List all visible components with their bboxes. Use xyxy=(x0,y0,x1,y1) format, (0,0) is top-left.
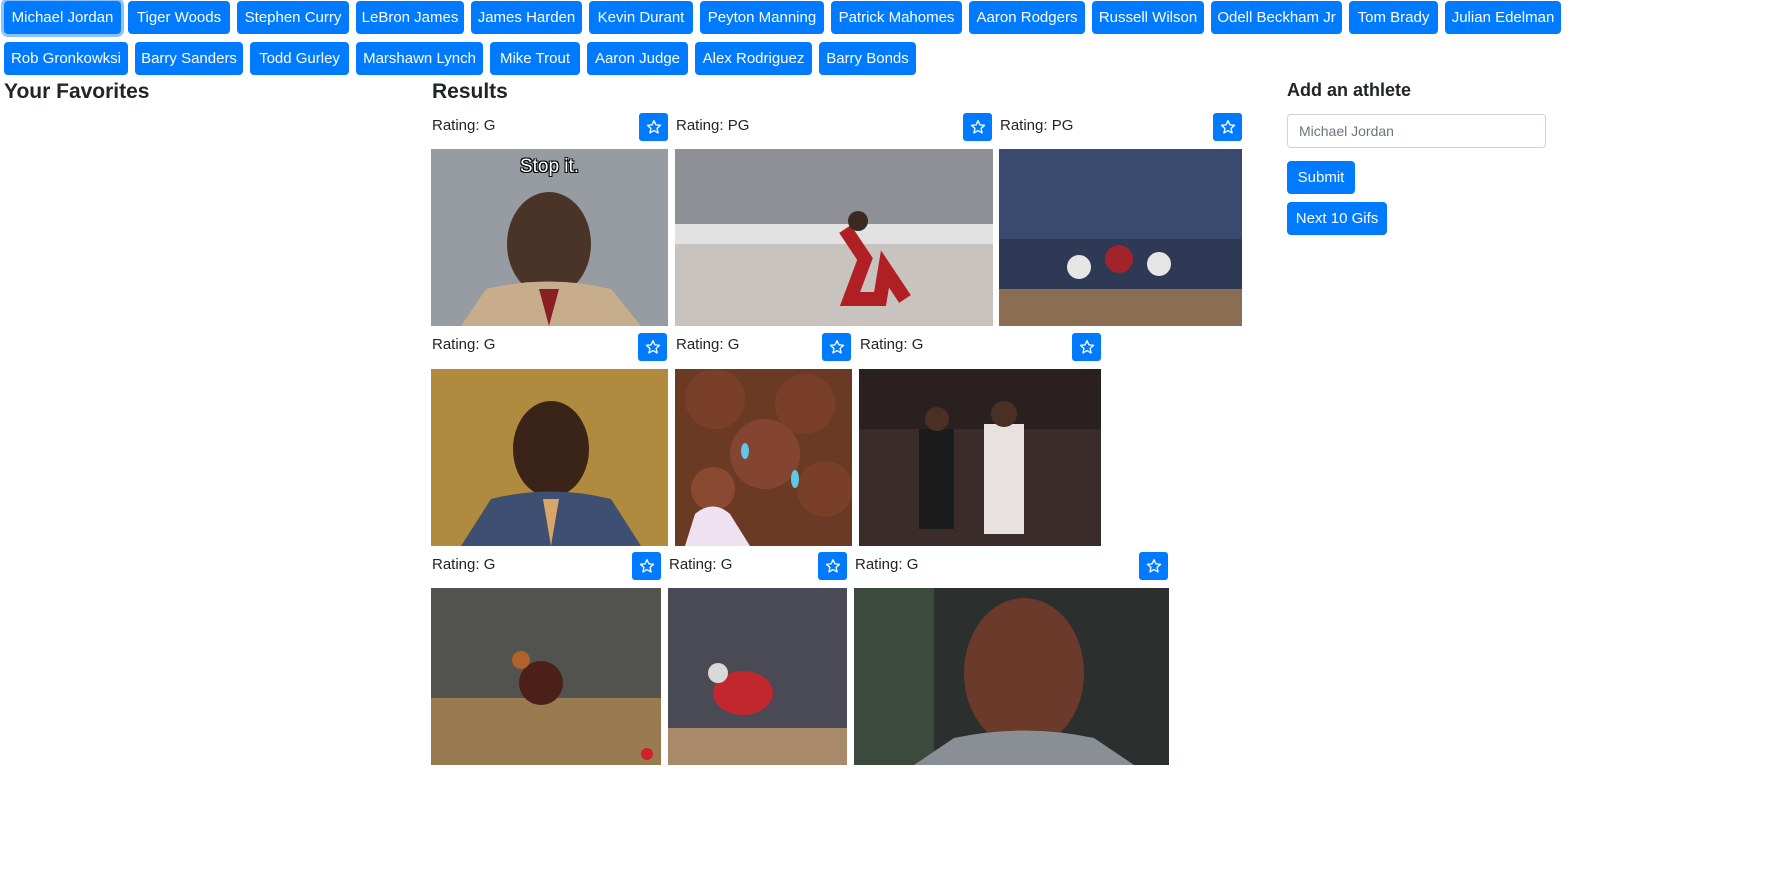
favorite-button[interactable] xyxy=(818,552,847,580)
gif-image[interactable] xyxy=(675,149,993,326)
topic-button-aaron-rodgers[interactable]: Aaron Rodgers xyxy=(969,1,1085,34)
topic-button-barry-sanders[interactable]: Barry Sanders xyxy=(135,42,243,75)
topic-button-mike-trout[interactable]: Mike Trout xyxy=(490,42,580,75)
topic-button-stephen-curry[interactable]: Stephen Curry xyxy=(237,1,349,34)
topic-button-odell-beckham-jr[interactable]: Odell Beckham Jr xyxy=(1211,1,1342,34)
gif-rating: Rating: G xyxy=(432,556,496,573)
topic-button-russell-wilson[interactable]: Russell Wilson xyxy=(1092,1,1204,34)
star-outline-icon xyxy=(646,120,661,134)
gif-rating: Rating: PG xyxy=(1000,117,1074,134)
gif-rating: Rating: G xyxy=(669,556,733,573)
star-outline-icon xyxy=(1146,559,1161,573)
topic-button-julian-edelman[interactable]: Julian Edelman xyxy=(1445,1,1561,34)
topic-button-michael-jordan[interactable]: Michael Jordan xyxy=(4,1,121,34)
add-athlete-heading: Add an athlete xyxy=(1287,80,1412,100)
gif-rating: Rating: PG xyxy=(676,117,750,134)
favorite-button[interactable] xyxy=(822,333,851,361)
gif-rating: Rating: G xyxy=(676,336,740,353)
star-outline-icon xyxy=(1220,120,1235,134)
topic-button-barry-bonds[interactable]: Barry Bonds xyxy=(819,42,916,75)
gif-image[interactable] xyxy=(859,369,1101,546)
gif-image[interactable] xyxy=(431,588,661,765)
gif-rating: Rating: G xyxy=(432,336,496,353)
topic-button-tom-brady[interactable]: Tom Brady xyxy=(1349,1,1438,34)
star-outline-icon xyxy=(970,120,985,134)
topic-button-patrick-mahomes[interactable]: Patrick Mahomes xyxy=(831,1,962,34)
submit-button[interactable]: Submit xyxy=(1287,161,1355,194)
gif-image[interactable] xyxy=(854,588,1169,765)
athlete-name-input[interactable] xyxy=(1287,114,1546,148)
favorite-button[interactable] xyxy=(1072,333,1101,361)
gif-caption: Stop it. xyxy=(519,156,580,177)
gif-image[interactable] xyxy=(431,369,668,546)
favorite-button[interactable] xyxy=(1213,113,1242,141)
star-outline-icon xyxy=(639,559,654,573)
favorite-button[interactable] xyxy=(1139,552,1168,580)
topic-button-todd-gurley[interactable]: Todd Gurley xyxy=(250,42,349,75)
gif-image[interactable] xyxy=(999,149,1242,326)
gif-rating: Rating: G xyxy=(855,556,919,573)
topic-button-alex-rodriguez[interactable]: Alex Rodriguez xyxy=(695,42,812,75)
topic-button-lebron-james[interactable]: LeBron James xyxy=(356,1,464,34)
favorites-heading: Your Favorites xyxy=(4,80,150,103)
gif-rating: Rating: G xyxy=(860,336,924,353)
results-heading: Results xyxy=(432,80,508,103)
topic-button-aaron-judge[interactable]: Aaron Judge xyxy=(587,42,688,75)
favorite-button[interactable] xyxy=(638,333,667,361)
star-outline-icon xyxy=(829,340,844,354)
topic-button-rob-gronkowksi[interactable]: Rob Gronkowksi xyxy=(4,42,128,75)
topic-button-tiger-woods[interactable]: Tiger Woods xyxy=(128,1,230,34)
star-outline-icon xyxy=(1079,340,1094,354)
favorite-button[interactable] xyxy=(963,113,992,141)
gif-image[interactable]: Stop it. xyxy=(431,149,668,326)
topic-button-peyton-manning[interactable]: Peyton Manning xyxy=(700,1,824,34)
gif-image[interactable] xyxy=(675,369,852,546)
gif-rating: Rating: G xyxy=(432,117,496,134)
topic-button-james-harden[interactable]: James Harden xyxy=(471,1,582,34)
star-outline-icon xyxy=(645,340,660,354)
star-outline-icon xyxy=(825,559,840,573)
topic-button-marshawn-lynch[interactable]: Marshawn Lynch xyxy=(356,42,483,75)
favorite-button[interactable] xyxy=(632,552,661,580)
favorite-button[interactable] xyxy=(639,113,668,141)
gif-image[interactable] xyxy=(668,588,847,765)
next-gifs-button[interactable]: Next 10 Gifs xyxy=(1287,202,1387,235)
topic-button-kevin-durant[interactable]: Kevin Durant xyxy=(589,1,693,34)
